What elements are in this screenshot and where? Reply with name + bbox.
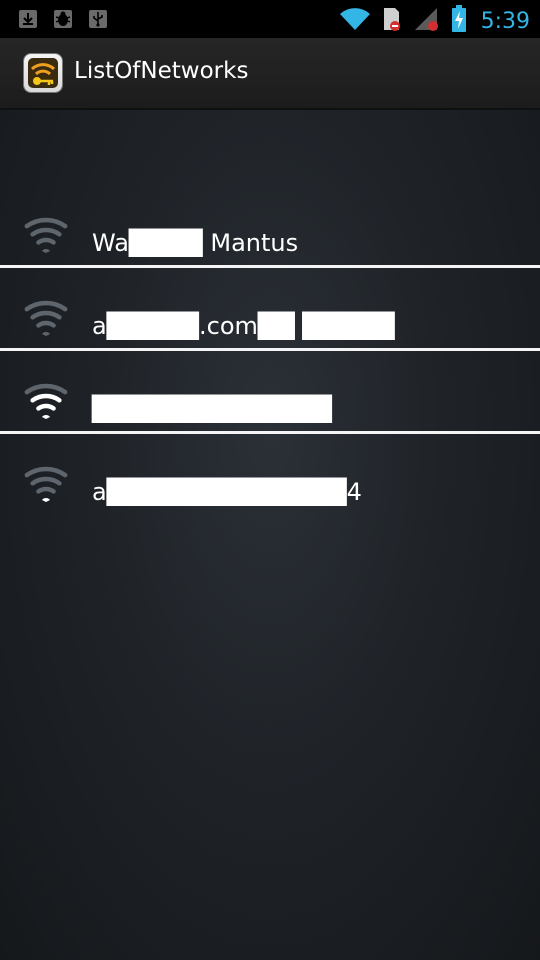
wifi-arc bbox=[36, 486, 56, 494]
wifi-arc bbox=[30, 310, 62, 320]
wifi-dot bbox=[42, 249, 50, 253]
wifi-arc bbox=[36, 320, 56, 328]
status-bar: 5:39 bbox=[0, 0, 540, 38]
wifi-signal-icon bbox=[24, 383, 68, 419]
wifi-signal-icon bbox=[339, 6, 371, 36]
network-item[interactable]: Wa████ Mantus bbox=[0, 185, 540, 265]
wifi-arc bbox=[24, 466, 68, 478]
network-ssid: a█████.com██ █████ bbox=[92, 312, 395, 340]
battery-charging-icon bbox=[451, 5, 467, 37]
wifi-arc bbox=[30, 393, 62, 403]
bug-icon bbox=[53, 9, 73, 29]
status-clock: 5:39 bbox=[480, 8, 530, 34]
network-ssid: a█████████████4 bbox=[92, 478, 362, 506]
wifi-signal-icon bbox=[24, 466, 68, 502]
wifi-dot bbox=[42, 415, 50, 419]
wifi-signal-icon bbox=[24, 217, 68, 253]
wifi-dot bbox=[42, 332, 50, 336]
wifi-arc bbox=[24, 300, 68, 312]
usb-icon bbox=[88, 9, 108, 29]
download-icon bbox=[18, 9, 38, 29]
network-list: Wa████ Mantus a█████.com██ █████ ███████… bbox=[0, 185, 540, 514]
app-title: ListOfNetworks bbox=[74, 58, 249, 84]
wifi-arc bbox=[36, 237, 56, 245]
wifi-dot bbox=[42, 498, 50, 502]
action-bar: ListOfNetworks bbox=[0, 38, 540, 110]
network-item[interactable]: a█████.com██ █████ bbox=[0, 268, 540, 348]
wifi-signal-icon bbox=[24, 300, 68, 336]
wifi-arc bbox=[36, 403, 56, 411]
network-ssid: Wa████ Mantus bbox=[92, 229, 299, 257]
wifi-arc bbox=[24, 383, 68, 395]
system-icons: 5:39 bbox=[339, 5, 530, 37]
wifi-arc bbox=[24, 217, 68, 229]
network-ssid: █████████████ bbox=[92, 395, 332, 423]
cell-signal-icon bbox=[413, 6, 441, 36]
sd-card-icon bbox=[381, 6, 403, 36]
network-item[interactable]: a█████████████4 bbox=[0, 434, 540, 514]
wifi-arc bbox=[30, 476, 62, 486]
wifi-arc bbox=[30, 227, 62, 237]
wifi-key-icon[interactable] bbox=[24, 54, 62, 92]
network-item[interactable]: █████████████ bbox=[0, 351, 540, 431]
notification-icons bbox=[18, 9, 108, 29]
